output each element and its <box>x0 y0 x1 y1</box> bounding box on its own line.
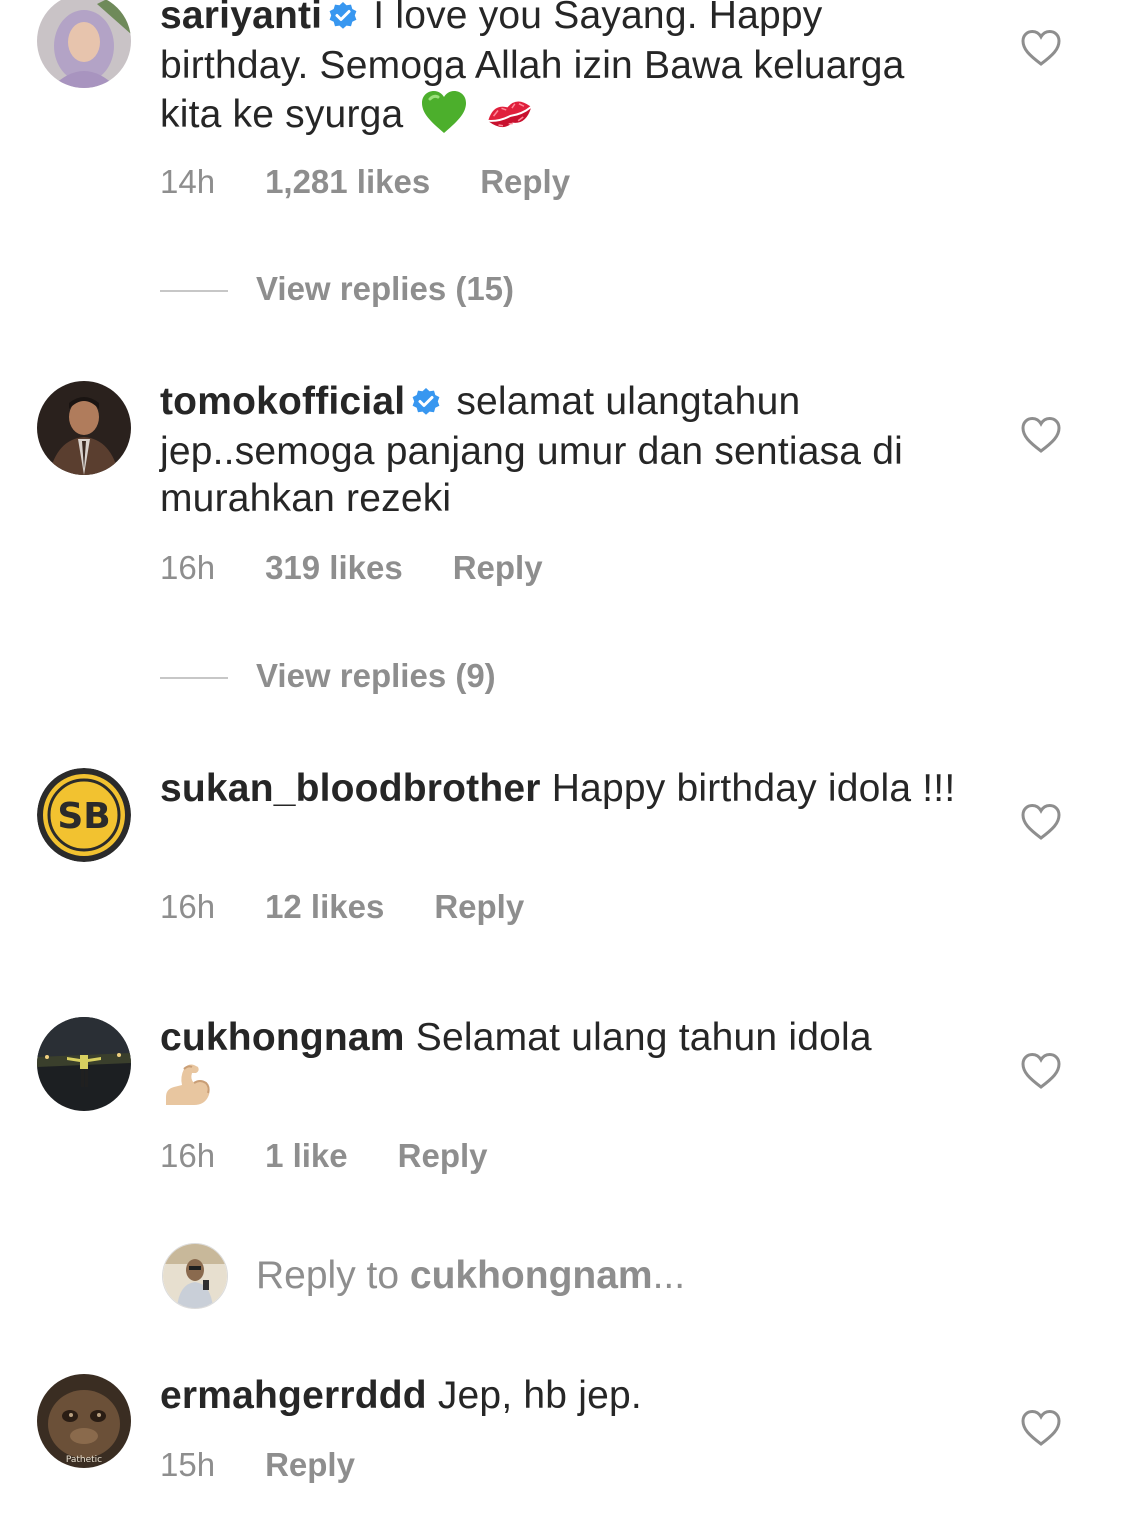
flexed-biceps-icon <box>160 1061 212 1118</box>
timestamp: 15h <box>160 1446 216 1483</box>
likes-count[interactable]: 319 likes <box>265 548 403 588</box>
comment-text-block: ermahgerrddd Jep, hb jep. <box>160 1372 960 1419</box>
reply-input[interactable]: Reply to cukhongnam... <box>256 1252 685 1299</box>
comment-meta: 14h 1,281 likes Reply <box>160 162 570 202</box>
comment-meta: 16h 12 likes Reply <box>160 887 524 927</box>
reply-button[interactable]: Reply <box>398 1136 488 1176</box>
comment-text: Jep, hb jep. <box>437 1374 642 1417</box>
heart-outline-icon[interactable] <box>1020 415 1062 455</box>
view-replies-button[interactable]: View replies (15) <box>160 270 514 310</box>
view-replies-button[interactable]: View replies (9) <box>160 657 496 697</box>
timestamp: 16h <box>160 549 216 586</box>
avatar-caption: Pathetic <box>66 1455 102 1465</box>
comment-text-block: sariyanti I love you Sayang. Happy birth… <box>160 0 960 146</box>
likes-count[interactable]: 1,281 likes <box>265 162 430 202</box>
comment-meta: 15h Reply <box>160 1445 355 1485</box>
timestamp: 14h <box>160 163 216 200</box>
comment-text-block: cukhongnam Selamat ulang tahun idola <box>160 1014 960 1118</box>
avatar-cukhongnam[interactable] <box>37 1017 131 1111</box>
avatar-monogram: SB <box>57 796 110 837</box>
username[interactable]: tomokofficial <box>160 380 405 423</box>
heart-outline-icon[interactable] <box>1020 28 1062 68</box>
likes-count[interactable]: 12 likes <box>265 887 384 927</box>
avatar-sukan-bloodbrother[interactable]: SB <box>37 768 131 862</box>
comment-text-block: tomokofficial selamat ulangtahun jep..se… <box>160 378 960 522</box>
reply-button[interactable]: Reply <box>434 887 524 927</box>
reply-button[interactable]: Reply <box>453 548 543 588</box>
comment-meta: 16h 1 like Reply <box>160 1136 488 1176</box>
reply-button[interactable]: Reply <box>265 1445 355 1485</box>
timestamp: 16h <box>160 888 216 925</box>
comment-text: Happy birthday idola !!! <box>551 767 956 810</box>
comment-text: Selamat ulang tahun idola <box>415 1016 872 1059</box>
divider-line <box>160 290 228 293</box>
username[interactable]: ermahgerrddd <box>160 1374 427 1417</box>
comment-meta: 16h 319 likes Reply <box>160 548 543 588</box>
reply-target-username: cukhongnam <box>409 1254 653 1297</box>
likes-count[interactable]: 1 like <box>265 1136 348 1176</box>
avatar-ermahgerrddd[interactable]: Pathetic <box>37 1374 131 1468</box>
username[interactable]: cukhongnam <box>160 1016 405 1059</box>
username[interactable]: sukan_bloodbrother <box>160 767 541 810</box>
verified-badge-icon <box>411 381 441 428</box>
heart-outline-icon[interactable] <box>1020 802 1062 842</box>
avatar-sariyanti[interactable] <box>37 0 131 88</box>
green-heart-icon <box>420 89 468 146</box>
verified-badge-icon <box>328 0 358 42</box>
reply-prefix: Reply to <box>256 1254 410 1297</box>
view-replies-label: View replies (15) <box>256 270 515 307</box>
view-replies-label: View replies (9) <box>256 657 496 694</box>
username[interactable]: sariyanti <box>160 0 322 37</box>
reply-suffix: ... <box>652 1254 686 1297</box>
heart-outline-icon[interactable] <box>1020 1408 1062 1448</box>
timestamp: 16h <box>160 1137 216 1174</box>
reply-button[interactable]: Reply <box>480 162 570 202</box>
avatar-tomokofficial[interactable] <box>37 381 131 475</box>
heart-outline-icon[interactable] <box>1020 1051 1062 1091</box>
divider-line <box>160 677 228 680</box>
current-user-avatar <box>162 1243 228 1309</box>
kiss-mark-icon <box>486 95 534 146</box>
comment-text-block: sukan_bloodbrother Happy birthday idola … <box>160 765 960 812</box>
